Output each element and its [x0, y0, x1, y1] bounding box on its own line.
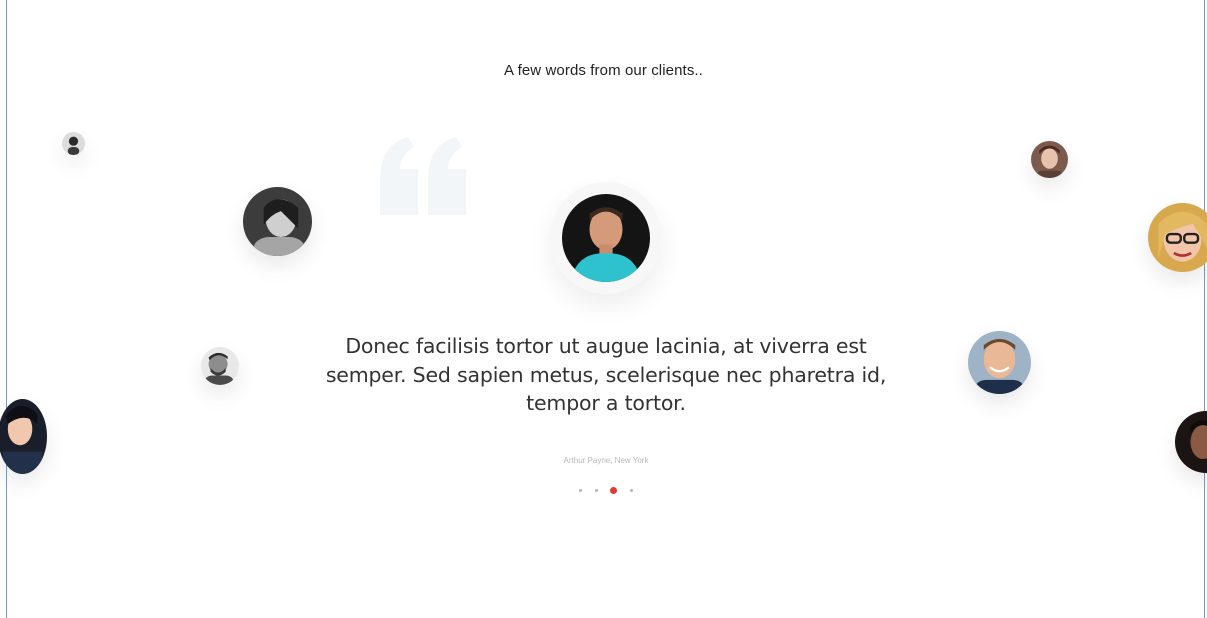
slider-dot[interactable]: [630, 489, 633, 492]
client-avatar[interactable]: [1148, 203, 1207, 272]
client-avatar[interactable]: [1031, 141, 1068, 178]
featured-client-avatar-ring: [550, 182, 662, 294]
quote-mark-icon: [376, 135, 472, 215]
section-heading: A few words from our clients..: [0, 62, 1207, 79]
slider-dot[interactable]: [595, 489, 598, 492]
page-frame: [6, 0, 1205, 618]
client-avatar[interactable]: [243, 187, 312, 256]
featured-client-avatar: [562, 194, 650, 282]
testimonial-quote: Donec facilisis tortor ut augue lacinia,…: [318, 332, 894, 418]
testimonial-author: Arthur Payne, New York: [0, 456, 1207, 465]
client-avatar[interactable]: [968, 331, 1031, 394]
client-avatar[interactable]: [62, 132, 85, 155]
slider-dots: [574, 484, 644, 498]
client-avatar[interactable]: [201, 347, 239, 385]
slider-dot-active[interactable]: [610, 487, 617, 494]
slider-dot[interactable]: [579, 489, 582, 492]
